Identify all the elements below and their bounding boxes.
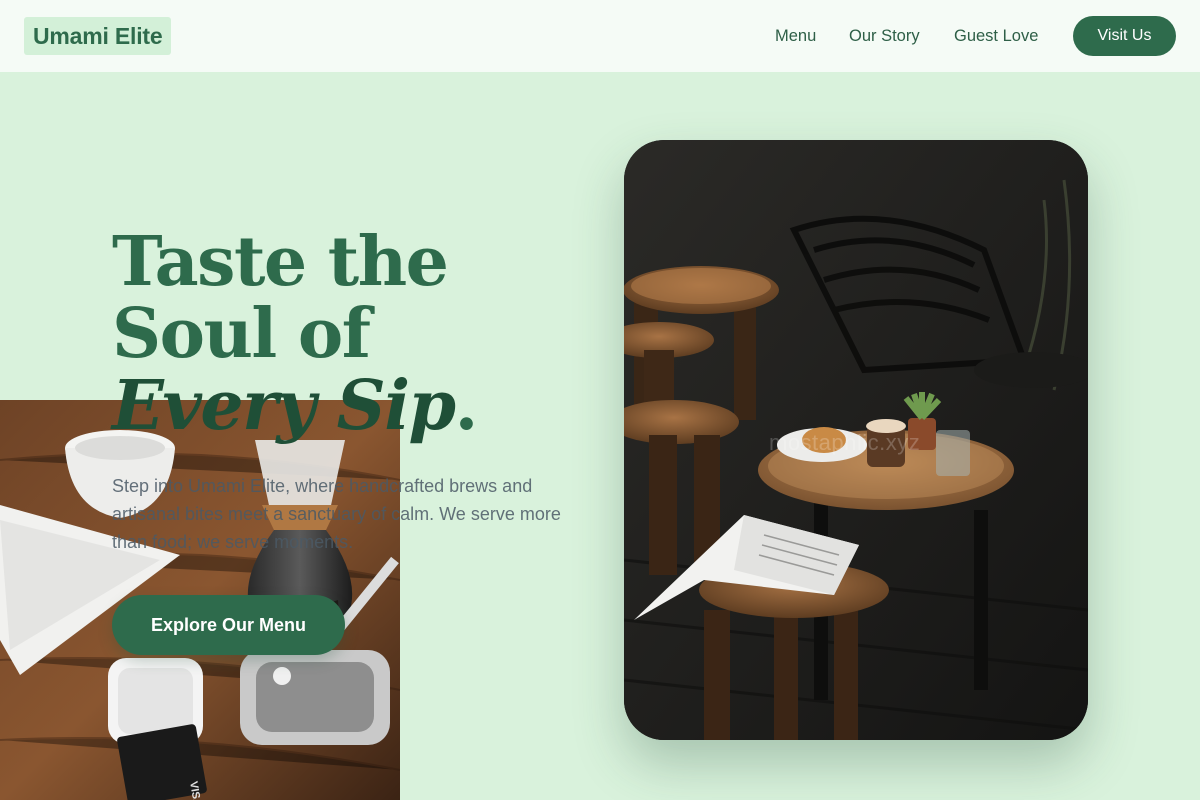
hero-section: Taste the Soul of Every Sip. Step into U… — [112, 226, 582, 655]
nav-link-guest-love[interactable]: Guest Love — [954, 25, 1038, 47]
cafe-table-photo: mostaphlic.xyz — [624, 140, 1088, 740]
hero-title-line-1: Taste the — [112, 222, 449, 302]
brand-logo[interactable]: Umami Elite — [24, 17, 172, 55]
explore-menu-button[interactable]: Explore Our Menu — [112, 595, 345, 655]
hero-title: Taste the Soul of Every Sip. — [112, 226, 582, 442]
hero-title-period: . — [454, 366, 479, 446]
top-navigation: Umami Elite Menu Our Story Guest Love Vi… — [0, 0, 1200, 72]
nav-link-our-story[interactable]: Our Story — [849, 25, 920, 47]
hero-title-line-2: Soul of — [112, 294, 371, 374]
hero-title-accent: Every Sip — [112, 366, 456, 446]
visit-us-button[interactable]: Visit Us — [1073, 16, 1176, 56]
photo-watermark: mostaphlic.xyz — [769, 430, 921, 455]
hero-description: Step into Umami Elite, where handcrafted… — [112, 476, 561, 552]
nav-link-menu[interactable]: Menu — [775, 25, 816, 47]
